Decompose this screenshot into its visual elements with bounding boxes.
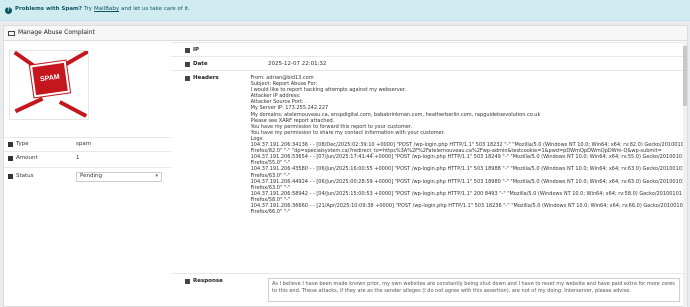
headers-line: 104.37.191.206:36660 - - [21/Apr/2025:10… [250,202,686,209]
response-label: Response [193,278,223,284]
flag-icon [8,173,13,179]
mailbaby-link[interactable]: MailBaby [94,6,119,13]
headers-icon [185,76,190,81]
amount-value: 1 [76,154,80,161]
type-label: Type [16,140,29,147]
headers-label: Headers [193,75,219,81]
alert-text-before: Try [83,6,93,13]
headers-line: 104.37.191.206:43580 - - [06/Jun/2025:16… [250,166,686,173]
ip-row: IP [171,42,687,56]
date-value: 2025-12-07 22:01:32 [268,61,327,67]
spam-sign-text: SPAM [39,73,61,84]
headers-line: 104.37.191.206:58942 - - [04/Jun/2025:15… [250,190,682,197]
alert-text-after: and let us take care of it. [121,6,190,13]
details-panel: IP Date 2025-12-07 22:01:32 Headers From… [171,42,687,307]
scrollbar[interactable] [683,42,687,307]
type-value: spam [76,140,92,147]
card-title: Manage Abuse Complaint [18,28,95,36]
abuse-complaint-card: Manage Abuse Complaint SPAM Type spam Am… [3,25,688,307]
status-selected-value: Pending [80,172,102,179]
response-textarea[interactable]: As I believe I have been made known prio… [268,278,680,302]
question-icon: ? [5,6,12,14]
card-header: Manage Abuse Complaint [4,26,687,41]
tag-icon [8,141,13,147]
headers-row: Headers From: adrian@bid13.com Subject: R… [171,70,687,273]
type-row: Type spam [4,137,171,151]
date-row: Date 2025-12-07 22:01:32 [171,56,687,70]
left-panel: SPAM Type spam Amount 1 Status Pending ▾ [4,42,171,307]
date-label: Date [193,61,208,67]
spam-warning-image: SPAM [9,50,89,120]
scrollbar-thumb[interactable] [683,46,687,106]
alert-title: Problems with Spam? [15,6,82,13]
calendar-icon [185,62,190,67]
amount-row: Amount 1 [4,151,171,165]
chevron-down-icon: ▾ [155,173,158,180]
status-select[interactable]: Pending ▾ [76,171,162,182]
status-label: Status [16,172,34,179]
spam-alert-banner: ? Problems with Spam? Try MailBaby and l… [0,0,690,21]
headers-line: Firefox/66.0" "-" [250,209,291,216]
comment-icon [185,279,190,284]
envelope-icon [8,30,15,36]
status-row: Status Pending ▾ [4,167,171,185]
amount-label: Amount [16,154,38,161]
headers-line: 104.37.191.206:53654 - - [07/Jun/2025:17… [250,154,686,161]
ip-value [268,43,687,56]
headers-line: 104.37.191.206:44924 - - [06/Jun/2025:00… [250,178,686,185]
list-icon [8,155,13,161]
ip-label: IP [193,47,200,53]
headers-text: From: adrian@bid13.com Subject: Report Ab… [251,75,687,215]
spam-sign: SPAM [29,60,71,98]
response-row: Response As I believe I have been made k… [171,273,687,307]
headers-value: From: adrian@bid13.com Subject: Report Ab… [251,71,687,273]
network-icon [185,48,190,53]
